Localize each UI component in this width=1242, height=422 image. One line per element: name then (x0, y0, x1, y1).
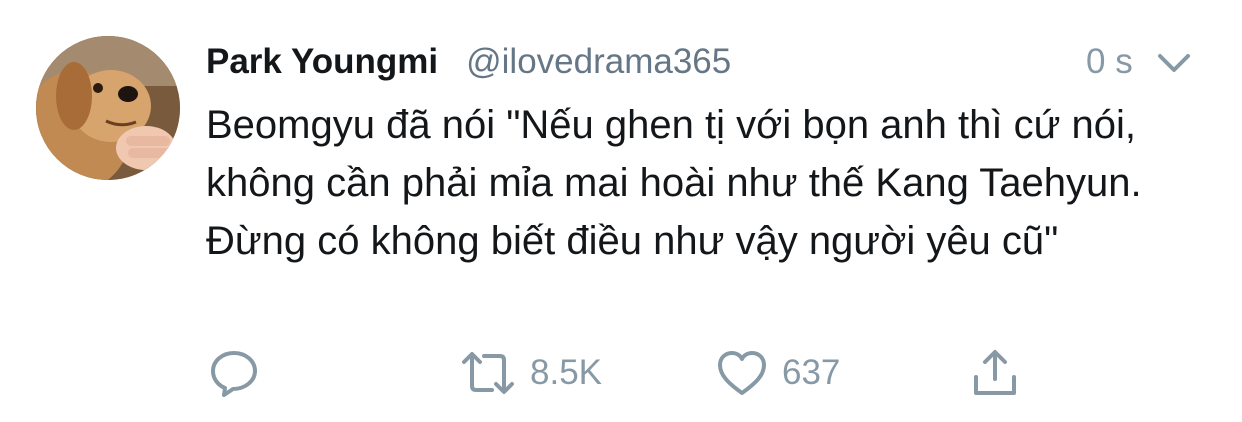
like-button[interactable]: 637 (716, 340, 840, 406)
timestamp[interactable]: 0 s (1086, 40, 1133, 84)
tweet-header: Park Youngmi @ilovedrama365 (206, 40, 731, 84)
action-bar: 8.5K 637 (0, 340, 1242, 406)
tweet-text: Beomgyu đã nói "Nếu ghen tị với bọn anh … (206, 103, 1142, 263)
share-button[interactable] (970, 340, 1020, 406)
retweet-count: 8.5K (530, 353, 602, 392)
like-count: 637 (782, 353, 841, 392)
retweet-icon (462, 352, 514, 394)
retweet-button[interactable]: 8.5K (460, 340, 602, 406)
author-name[interactable]: Park Youngmi (206, 42, 438, 82)
share-icon (974, 350, 1016, 395)
reply-icon (211, 351, 257, 397)
reply-button[interactable] (208, 340, 260, 406)
chevron-down-icon[interactable] (1156, 48, 1192, 76)
like-icon (718, 351, 766, 395)
avatar[interactable] (36, 36, 180, 180)
author-handle[interactable]: @ilovedrama365 (466, 42, 731, 82)
avatar-dog-image (36, 36, 180, 180)
